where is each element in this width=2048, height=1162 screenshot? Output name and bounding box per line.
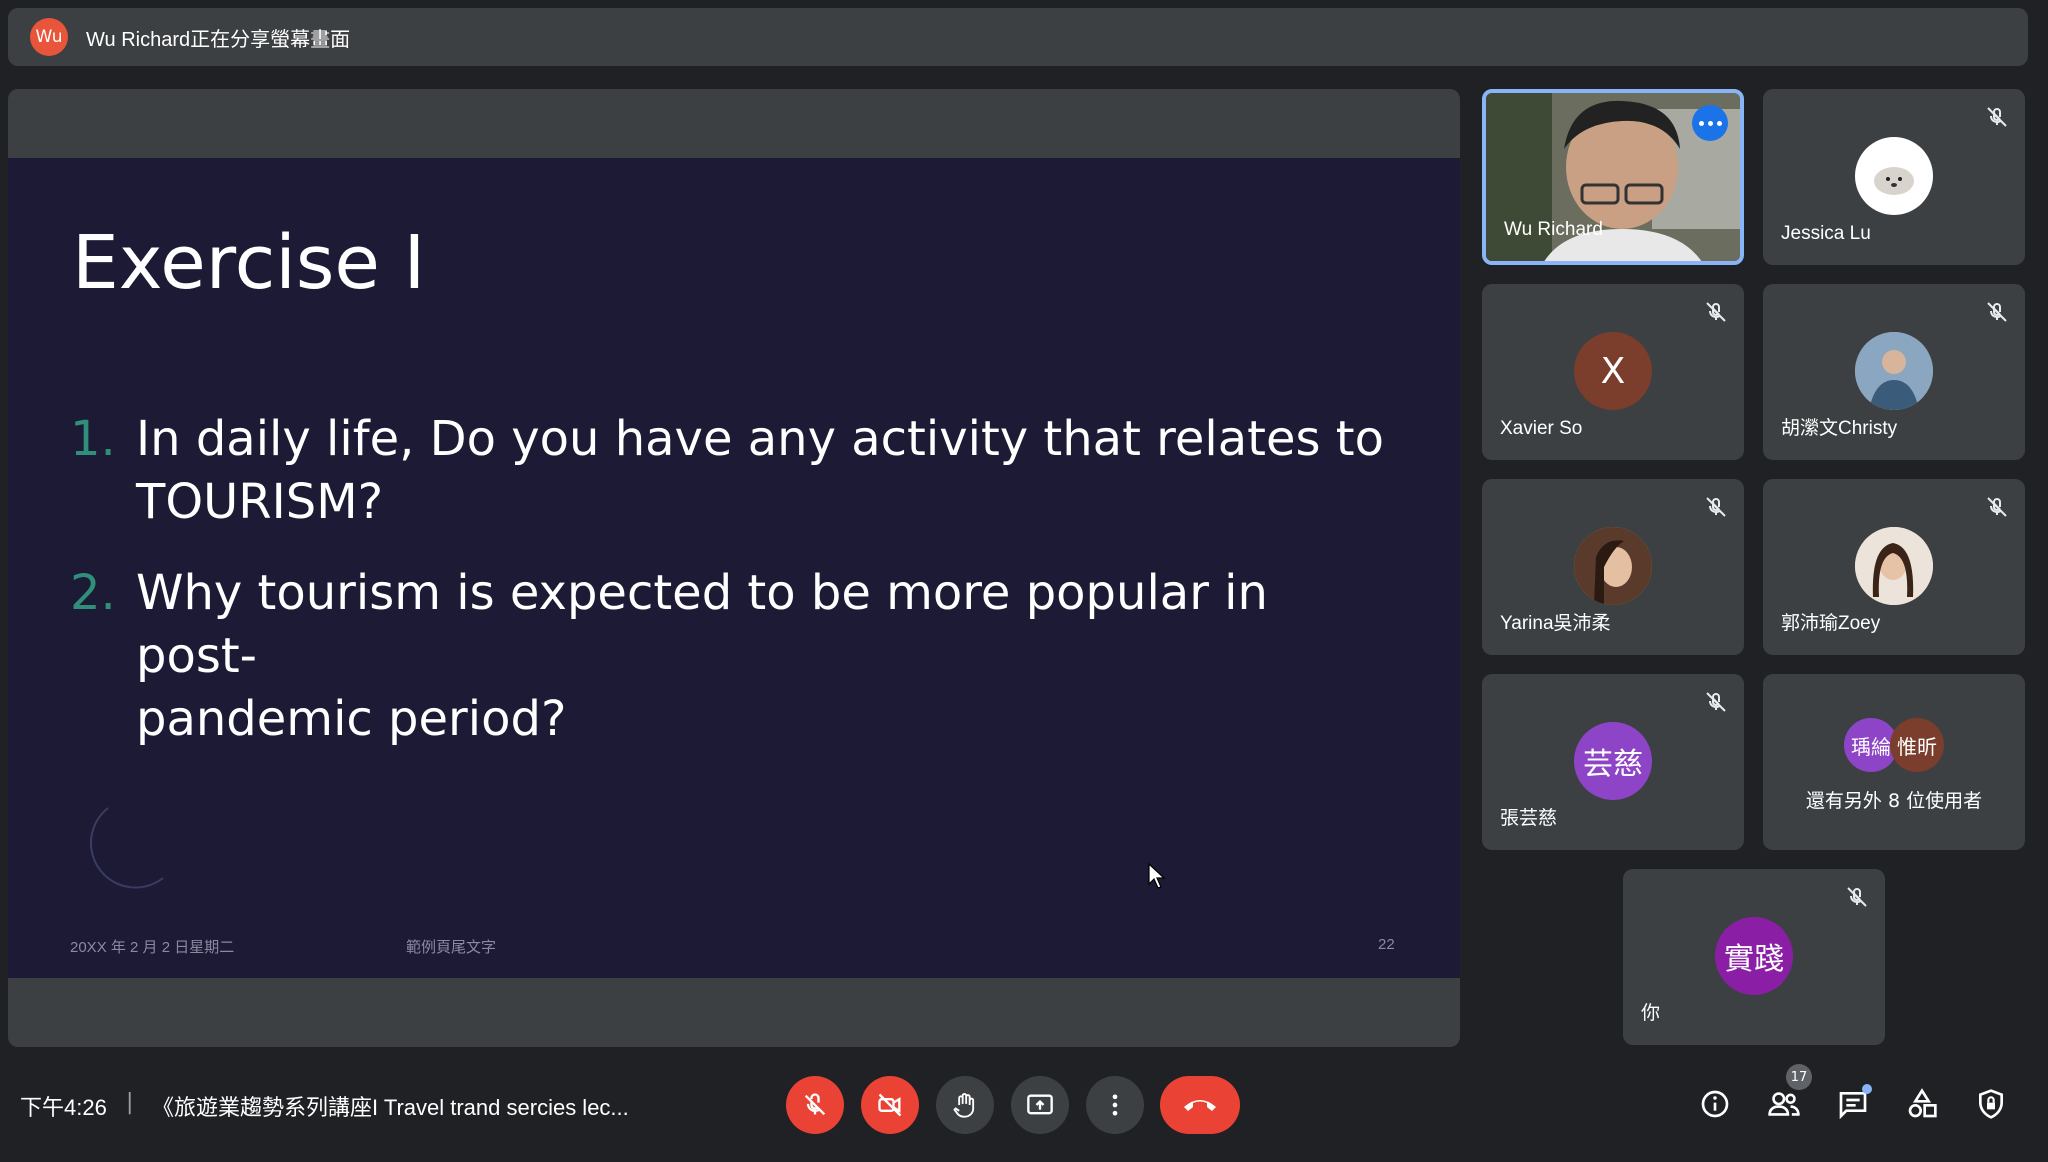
others-count-text: 還有另外 8 位使用者 [1805,790,1983,812]
question-text: In daily life, Do you have any activity … [136,408,1396,534]
present-screen-button[interactable] [1011,1076,1069,1134]
hang-up-icon [1184,1100,1216,1111]
people-count-badge: 17 [1786,1064,1812,1090]
photo-avatar-icon [1855,527,1933,605]
question-line: TOURISM? [136,474,384,530]
mic-off-icon [1847,887,1867,907]
avatar: 芸慈 [1574,722,1652,800]
participant-name: Yarina吳沛柔 [1500,613,1611,634]
avatar: X [1574,332,1652,410]
more-options-icon[interactable] [1692,105,1728,141]
question-line: In daily life, Do you have any activity … [136,411,1384,467]
participant-name: Xavier So [1500,418,1583,439]
more-vertical-icon [1112,1094,1118,1116]
participant-name: Wu Richard [1504,219,1603,240]
presenter-avatar: Wu [30,18,68,56]
participant-name: 郭沛瑜Zoey [1781,613,1881,634]
others-avatars: 瑀綸 惟昕 [1763,718,2025,772]
raise-hand-button[interactable] [936,1076,994,1134]
bottom-toolbar: 下午4:26 | 《旅遊業趨勢系列講座I Travel trand sercie… [0,1062,2048,1162]
participant-tile-christy[interactable]: 胡瀠文Christy [1763,284,2025,460]
participant-tile-yarina[interactable]: Yarina吳沛柔 [1482,479,1744,655]
host-controls-button[interactable] [1971,1084,2011,1124]
activities-button[interactable] [1902,1084,1942,1124]
more-options-button[interactable] [1086,1076,1144,1134]
decorative-swoosh-icon [90,807,164,889]
people-icon [1768,1092,1800,1116]
footer-date: 20XX 年 2 月 2 日星期二 [70,939,235,956]
avatar [1855,332,1933,410]
footer-text: 範例頁尾文字 [406,939,497,956]
slide-title: Exercise I [72,220,426,306]
participant-name: 張芸慈 [1500,808,1558,829]
participant-tile-zoey[interactable]: 郭沛瑜Zoey [1763,479,2025,655]
participant-name: Jessica Lu [1781,223,1871,244]
mic-off-icon [1987,302,2007,322]
participant-tile-xavier-so[interactable]: X Xavier So [1482,284,1744,460]
avatar [1574,527,1652,605]
shared-screen[interactable]: Exercise I 1. In daily life, Do you have… [8,89,1460,1047]
mic-off-icon [1987,497,2007,517]
shield-lock-icon [1979,1089,2003,1119]
other-participants-tile[interactable]: 瑀綸 惟昕 還有另外 8 位使用者 [1763,674,2025,850]
mic-off-icon [1706,497,1726,517]
page-number: 22 [1378,936,1395,953]
mic-off-icon [804,1093,826,1116]
mic-off-icon [1706,302,1726,322]
present-icon [1027,1094,1053,1115]
participant-tile-zhang[interactable]: 芸慈 張芸慈 [1482,674,1744,850]
participant-tile-self[interactable]: 實踐 你 [1623,869,1885,1045]
list-item: 1. In daily life, Do you have any activi… [70,408,1400,534]
current-time: 下午4:26 [20,1095,107,1120]
avatar [1855,137,1933,215]
mic-toggle-button[interactable] [786,1076,844,1134]
question-list: 1. In daily life, Do you have any activi… [70,408,1400,779]
avatar [1855,527,1933,605]
divider: | [126,1090,134,1115]
participant-name: 胡瀠文Christy [1781,418,1898,439]
hand-icon [953,1093,975,1118]
new-message-dot [1862,1084,1872,1094]
photo-avatar-icon [1855,332,1933,410]
question-line: pandemic period? [136,691,567,747]
avatar: 惟昕 [1890,718,1944,772]
question-line: Why tourism is expected to be more popul… [136,565,1268,684]
meeting-details-button[interactable] [1695,1084,1735,1124]
photo-avatar-icon [1574,527,1652,605]
shapes-icon [1908,1088,1937,1118]
question-number: 2. [70,565,116,621]
meeting-title: 《旅遊業趨勢系列講座I Travel trand sercies lec... [152,1095,629,1120]
list-item: 2. Why tourism is expected to be more po… [70,562,1400,751]
leave-call-button[interactable] [1160,1076,1240,1134]
participant-tile-jessica-lu[interactable]: Jessica Lu [1763,89,2025,265]
question-number: 1. [70,411,116,467]
participant-tile-wu-richard[interactable]: Wu Richard [1482,89,1744,265]
question-text: Why tourism is expected to be more popul… [136,562,1396,751]
people-button[interactable] [1764,1084,1804,1124]
info-icon [1701,1090,1729,1118]
presenting-banner: Wu Wu Richard正在分享螢幕畫面 [8,8,2028,66]
mic-off-icon [1987,107,2007,127]
dog-avatar-icon [1874,167,1914,195]
camera-toggle-button[interactable] [861,1076,919,1134]
camera-off-icon [878,1093,902,1117]
avatar: 實踐 [1715,917,1793,995]
slide: Exercise I 1. In daily life, Do you have… [8,158,1460,978]
mic-off-icon [1706,692,1726,712]
mouse-cursor-icon [1148,863,1166,889]
presenting-text: Wu Richard正在分享螢幕畫面 [86,28,351,51]
participant-name: 你 [1641,1003,1661,1024]
